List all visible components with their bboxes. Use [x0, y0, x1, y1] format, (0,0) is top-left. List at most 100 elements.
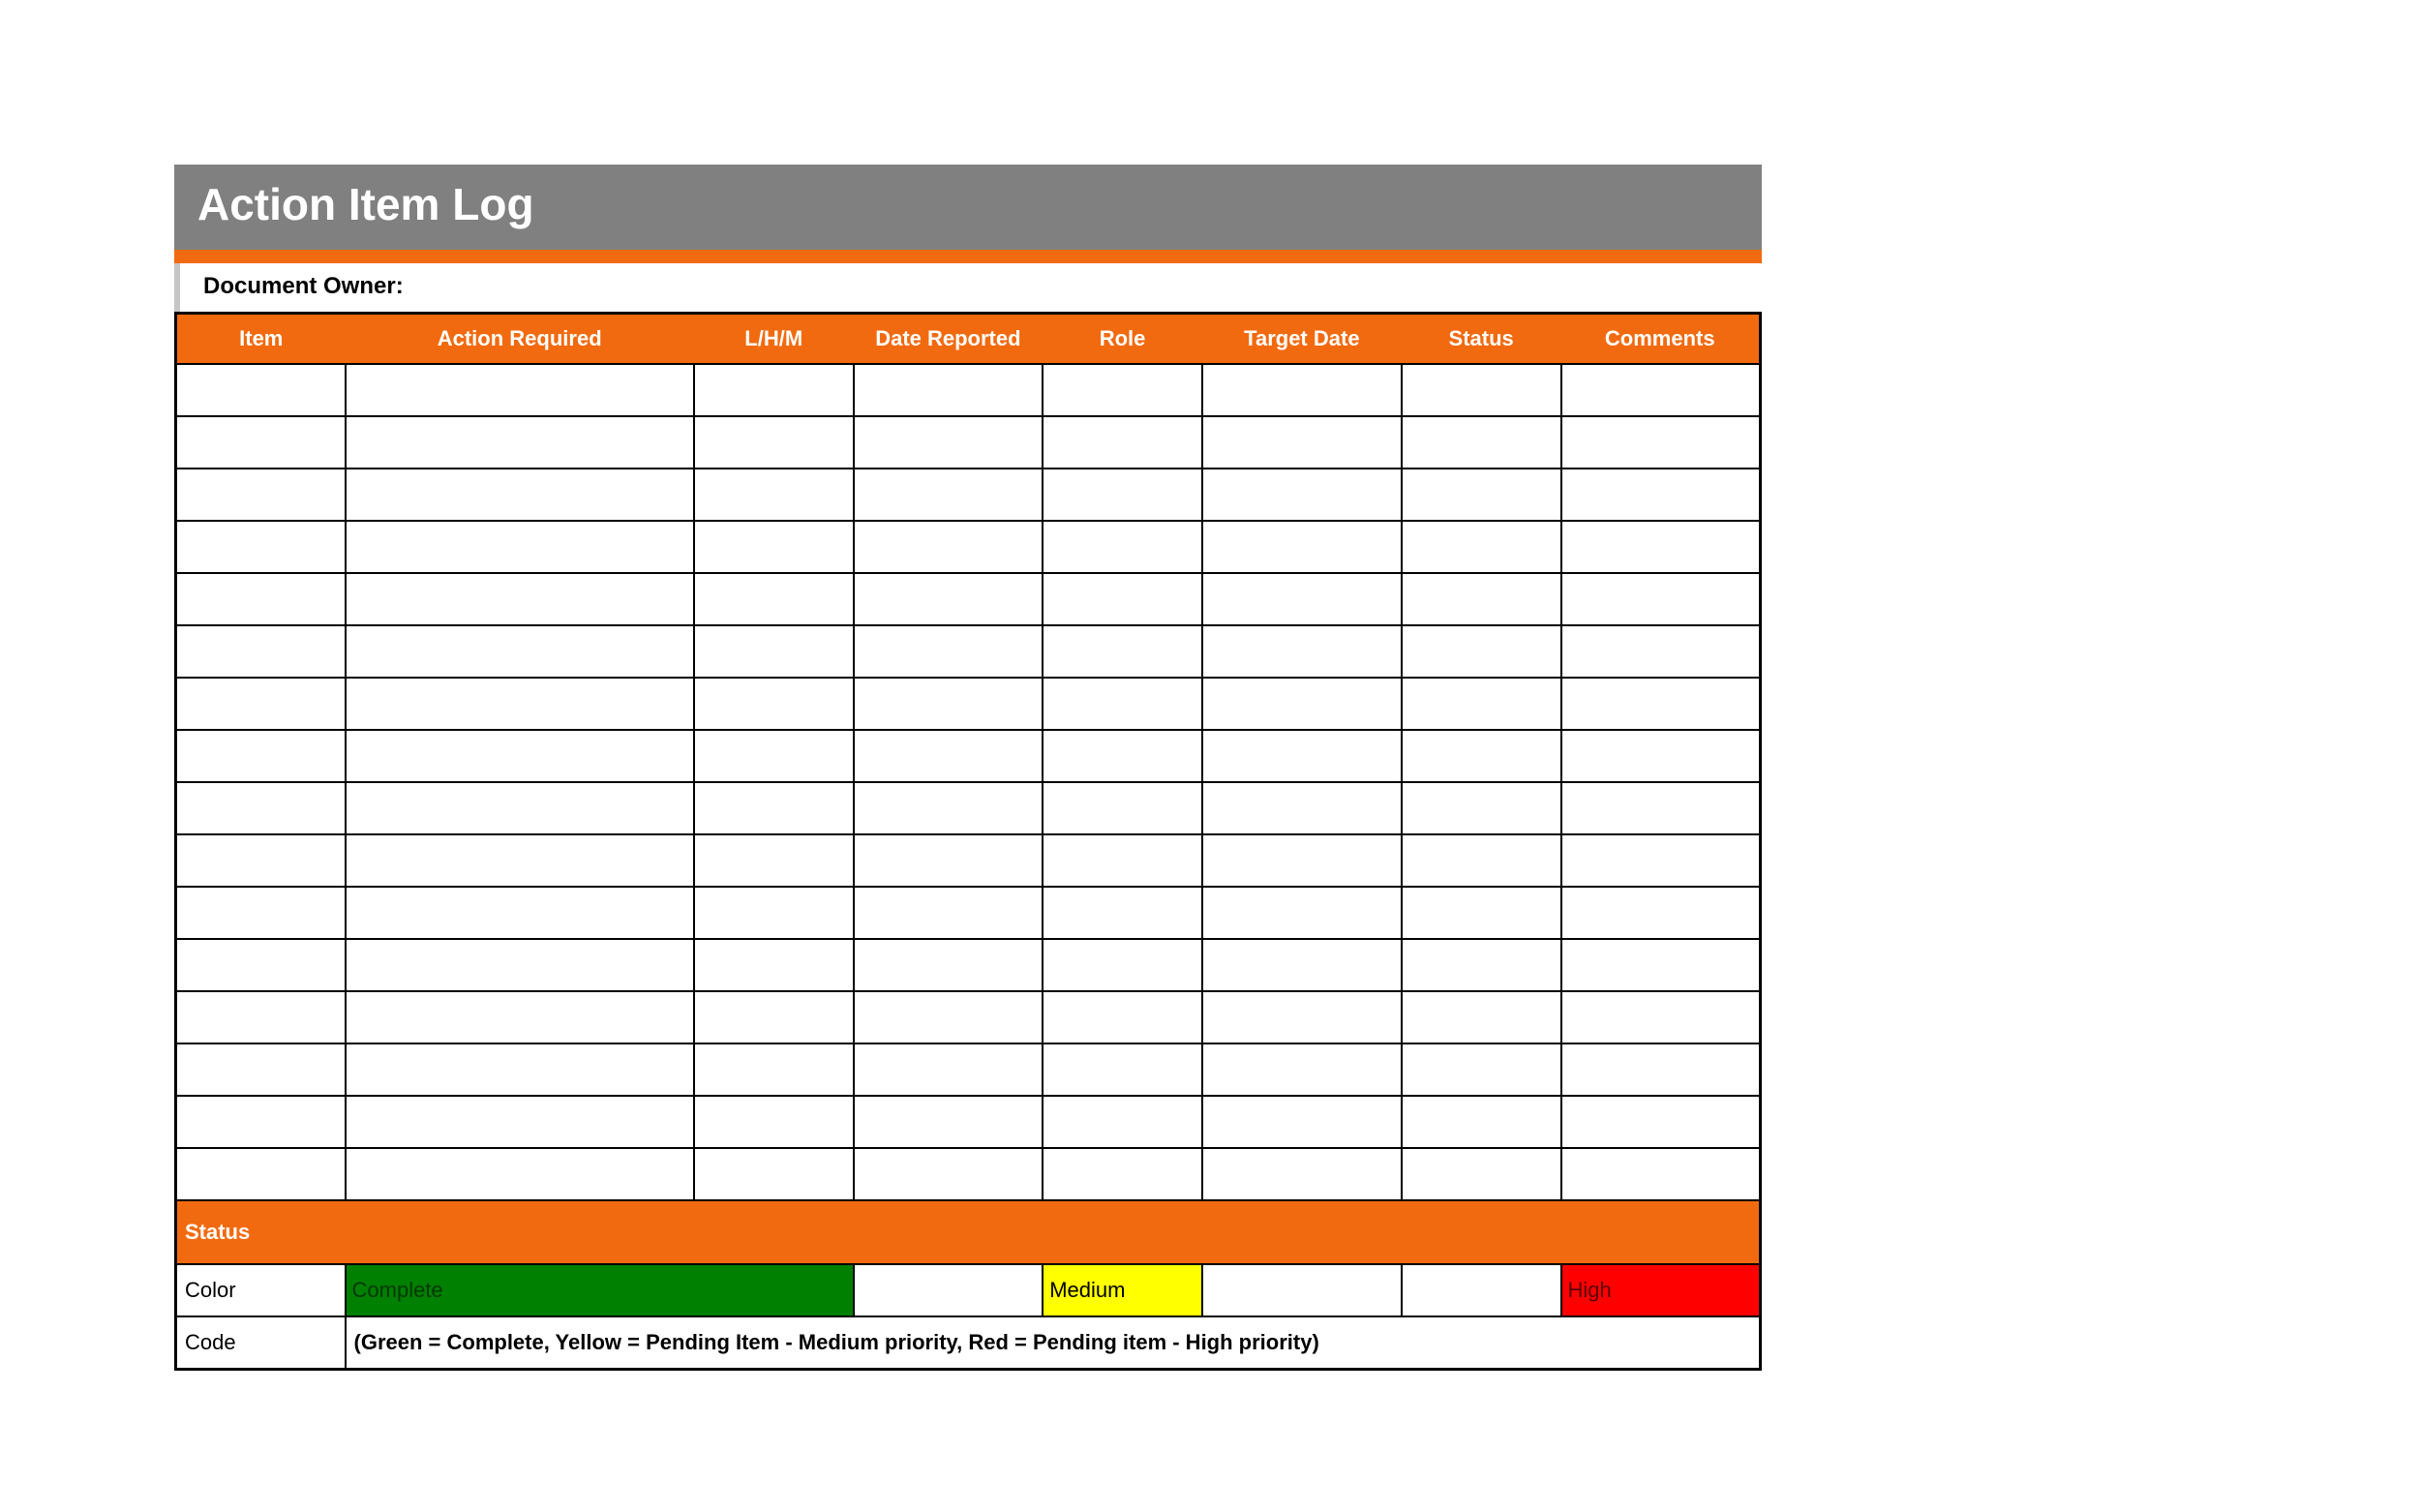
table-cell[interactable] [1402, 730, 1561, 782]
table-cell[interactable] [346, 1043, 694, 1096]
table-cell[interactable] [854, 834, 1044, 887]
table-cell[interactable] [176, 1096, 346, 1148]
table-cell[interactable] [694, 730, 854, 782]
table-cell[interactable] [346, 730, 694, 782]
table-cell[interactable] [1402, 1043, 1561, 1096]
table-cell[interactable] [1402, 834, 1561, 887]
table-cell[interactable] [1402, 573, 1561, 625]
table-cell[interactable] [1202, 1043, 1402, 1096]
table-cell[interactable] [1561, 469, 1761, 521]
table-cell[interactable] [854, 730, 1044, 782]
table-cell[interactable] [176, 730, 346, 782]
table-cell[interactable] [1202, 364, 1402, 416]
table-cell[interactable] [854, 939, 1044, 991]
table-cell[interactable] [1043, 364, 1202, 416]
table-cell[interactable] [1043, 1043, 1202, 1096]
table-cell[interactable] [1202, 625, 1402, 678]
table-cell[interactable] [694, 1043, 854, 1096]
table-cell[interactable] [694, 625, 854, 678]
table-cell[interactable] [1202, 521, 1402, 573]
table-cell[interactable] [1561, 521, 1761, 573]
table-cell[interactable] [346, 939, 694, 991]
table-cell[interactable] [1043, 469, 1202, 521]
table-cell[interactable] [346, 416, 694, 469]
table-cell[interactable] [1561, 1096, 1761, 1148]
table-cell[interactable] [694, 1148, 854, 1200]
table-cell[interactable] [346, 834, 694, 887]
table-cell[interactable] [694, 834, 854, 887]
table-cell[interactable] [1561, 730, 1761, 782]
table-cell[interactable] [176, 573, 346, 625]
table-cell[interactable] [694, 469, 854, 521]
table-cell[interactable] [346, 521, 694, 573]
table-cell[interactable] [1202, 469, 1402, 521]
table-cell[interactable] [1043, 1096, 1202, 1148]
table-cell[interactable] [854, 625, 1044, 678]
table-cell[interactable] [176, 834, 346, 887]
table-cell[interactable] [1402, 521, 1561, 573]
table-cell[interactable] [1043, 521, 1202, 573]
table-cell[interactable] [1043, 730, 1202, 782]
table-cell[interactable] [1561, 678, 1761, 730]
table-cell[interactable] [1561, 364, 1761, 416]
table-cell[interactable] [176, 1148, 346, 1200]
table-cell[interactable] [1561, 939, 1761, 991]
table-cell[interactable] [694, 678, 854, 730]
table-cell[interactable] [1561, 1148, 1761, 1200]
table-cell[interactable] [1202, 991, 1402, 1043]
table-cell[interactable] [854, 1148, 1044, 1200]
table-cell[interactable] [1202, 939, 1402, 991]
table-cell[interactable] [854, 1043, 1044, 1096]
table-cell[interactable] [1402, 416, 1561, 469]
table-cell[interactable] [1043, 1148, 1202, 1200]
table-cell[interactable] [176, 991, 346, 1043]
table-cell[interactable] [176, 416, 346, 469]
table-cell[interactable] [1043, 573, 1202, 625]
table-cell[interactable] [854, 991, 1044, 1043]
table-cell[interactable] [176, 521, 346, 573]
table-cell[interactable] [854, 678, 1044, 730]
table-cell[interactable] [176, 469, 346, 521]
table-cell[interactable] [176, 364, 346, 416]
table-cell[interactable] [854, 887, 1044, 939]
table-cell[interactable] [176, 887, 346, 939]
table-cell[interactable] [854, 364, 1044, 416]
table-cell[interactable] [694, 991, 854, 1043]
table-cell[interactable] [1402, 678, 1561, 730]
table-cell[interactable] [1202, 573, 1402, 625]
table-cell[interactable] [176, 939, 346, 991]
table-cell[interactable] [1202, 678, 1402, 730]
table-cell[interactable] [1043, 416, 1202, 469]
table-cell[interactable] [1202, 782, 1402, 834]
table-cell[interactable] [1043, 625, 1202, 678]
table-cell[interactable] [1043, 678, 1202, 730]
table-cell[interactable] [1402, 364, 1561, 416]
table-cell[interactable] [1402, 625, 1561, 678]
table-cell[interactable] [694, 887, 854, 939]
table-cell[interactable] [1561, 991, 1761, 1043]
table-cell[interactable] [1561, 887, 1761, 939]
table-cell[interactable] [1202, 834, 1402, 887]
table-cell[interactable] [1202, 416, 1402, 469]
table-cell[interactable] [1043, 834, 1202, 887]
table-cell[interactable] [176, 625, 346, 678]
table-cell[interactable] [1402, 782, 1561, 834]
table-cell[interactable] [1043, 939, 1202, 991]
table-cell[interactable] [1561, 782, 1761, 834]
table-cell[interactable] [854, 782, 1044, 834]
table-cell[interactable] [1043, 991, 1202, 1043]
table-cell[interactable] [854, 1096, 1044, 1148]
table-cell[interactable] [1561, 573, 1761, 625]
table-cell[interactable] [1402, 1148, 1561, 1200]
table-cell[interactable] [1202, 1096, 1402, 1148]
table-cell[interactable] [1561, 1043, 1761, 1096]
table-cell[interactable] [694, 573, 854, 625]
table-cell[interactable] [1402, 469, 1561, 521]
table-cell[interactable] [176, 678, 346, 730]
table-cell[interactable] [346, 364, 694, 416]
table-cell[interactable] [176, 1043, 346, 1096]
table-cell[interactable] [1202, 887, 1402, 939]
table-cell[interactable] [694, 1096, 854, 1148]
table-cell[interactable] [1043, 782, 1202, 834]
table-cell[interactable] [854, 416, 1044, 469]
